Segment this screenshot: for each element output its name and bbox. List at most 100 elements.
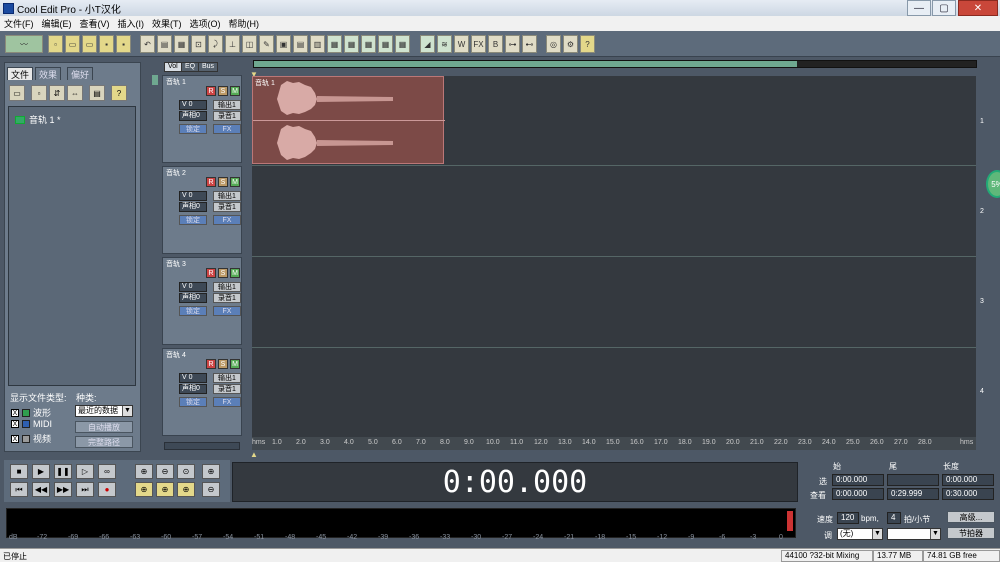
volume-field[interactable]: V 0 — [179, 191, 207, 201]
pan-field[interactable]: 声相0 — [179, 202, 207, 212]
close-file-icon[interactable]: ▫ — [31, 85, 47, 101]
zoom-left-icon[interactable]: ⊕ — [135, 482, 153, 497]
open-file-icon[interactable]: ▭ — [65, 35, 80, 53]
open-folder-icon[interactable]: ▭ — [9, 85, 25, 101]
autoplay-button[interactable]: 自动播放 — [75, 421, 133, 433]
close-button[interactable]: ✕ — [958, 0, 998, 16]
time-signature-select[interactable]: ▼ — [887, 528, 941, 540]
record-icon[interactable]: ● — [98, 482, 116, 497]
copy-icon[interactable]: ▤ — [157, 35, 172, 53]
menu-effects[interactable]: 效果(T) — [148, 17, 186, 30]
audio-clip[interactable]: 音轨 1 — [252, 76, 445, 164]
pan-field[interactable]: 声相0 — [179, 293, 207, 303]
record-arm-button[interactable]: R — [206, 86, 216, 96]
scroll-thumb[interactable] — [152, 75, 158, 85]
fx-button[interactable]: FX — [213, 397, 241, 407]
minimize-button[interactable]: — — [907, 0, 931, 16]
sort-icon[interactable]: ▤ — [89, 85, 105, 101]
record-arm-button[interactable]: R — [206, 359, 216, 369]
split-icon[interactable]: ▤ — [293, 35, 308, 53]
snap-loop-icon[interactable]: ▦ — [361, 35, 376, 53]
mute-button[interactable]: M — [230, 268, 240, 278]
lock-button[interactable]: 锁定 — [179, 397, 207, 407]
record-arm-button[interactable]: R — [206, 268, 216, 278]
forward-icon[interactable]: ▶▶ — [54, 482, 72, 497]
lock-button[interactable]: 锁定 — [179, 306, 207, 316]
group-icon[interactable]: ▣ — [276, 35, 291, 53]
selection-end[interactable] — [887, 474, 939, 486]
snap-ticks-icon[interactable]: ▦ — [378, 35, 393, 53]
full-path-button[interactable]: 完整路径 — [75, 436, 133, 448]
menu-edit[interactable]: 编辑(E) — [38, 17, 76, 30]
bpm-icon[interactable]: B — [488, 35, 503, 53]
save-as-icon[interactable]: ▪ — [116, 35, 131, 53]
tab-files[interactable]: 文件 — [7, 67, 34, 80]
snap-frames-icon[interactable]: ▦ — [395, 35, 410, 53]
record-input-button[interactable]: 录音1 — [213, 202, 241, 212]
track-header-3[interactable]: 音轨 3 R S M V 0 输出1 声相0 录音1 锁定 FX — [162, 257, 242, 345]
type-midi[interactable]: X MIDI — [11, 419, 52, 429]
tab-favorites[interactable]: 偏好 — [67, 67, 94, 80]
envelope-icon[interactable]: ◫ — [242, 35, 257, 53]
multitrack-area[interactable]: 音轨 1 — [252, 76, 976, 438]
play-icon[interactable]: ▶ — [32, 464, 50, 479]
cd-icon[interactable]: ◎ — [546, 35, 561, 53]
checkbox-wave[interactable]: X — [11, 408, 19, 417]
snap-clips-icon[interactable]: ▦ — [344, 35, 359, 53]
view-end[interactable]: 0:29.999 — [887, 488, 939, 500]
go-end-icon[interactable]: ⏭ — [76, 482, 94, 497]
insert-icon[interactable]: ⇵ — [49, 85, 65, 101]
output-button[interactable]: 输出1 — [213, 191, 241, 201]
output-button[interactable]: 输出1 — [213, 373, 241, 383]
advanced-button[interactable]: 高级... — [947, 511, 995, 523]
bpm-field[interactable]: 120 — [837, 512, 859, 524]
new-file-icon[interactable]: ▫ — [48, 35, 63, 53]
snap-icon[interactable]: ▦ — [327, 35, 342, 53]
cut-icon[interactable]: ⊥ — [225, 35, 240, 53]
header-scrollbar[interactable] — [164, 442, 240, 450]
clip-indicator[interactable] — [787, 511, 793, 531]
open-append-icon[interactable]: ▭ — [82, 35, 97, 53]
pause-icon[interactable]: ❚❚ — [54, 464, 72, 479]
noise-icon[interactable]: ⊷ — [522, 35, 537, 53]
maximize-button[interactable]: ▢ — [932, 0, 956, 16]
help-icon[interactable]: ? — [580, 35, 595, 53]
save-icon[interactable]: ▪ — [99, 35, 114, 53]
view-start[interactable]: 0:00.000 — [832, 488, 884, 500]
mix-paste-icon[interactable]: ▦ — [174, 35, 189, 53]
fx-button[interactable]: FX — [213, 215, 241, 225]
mute-button[interactable]: M — [230, 86, 240, 96]
zoom-full-icon[interactable]: ⊙ — [177, 464, 195, 479]
zoom-out-h-icon[interactable]: ⊖ — [156, 464, 174, 479]
list-item[interactable]: 音轨 1 * — [15, 113, 61, 126]
delay-icon[interactable]: ≋ — [437, 35, 452, 53]
solo-button[interactable]: S — [218, 359, 228, 369]
pan-field[interactable]: 声相0 — [179, 111, 207, 121]
zoom-right-icon[interactable]: ⊕ — [156, 482, 174, 497]
lock-button[interactable]: 锁定 — [179, 124, 207, 134]
go-start-icon[interactable]: ⏮ — [10, 482, 28, 497]
settings-icon[interactable]: ⚙ — [563, 35, 578, 53]
zoom-selection-icon[interactable]: ⊕ — [177, 482, 195, 497]
amplify-icon[interactable]: ◢ — [420, 35, 435, 53]
solo-button[interactable]: S — [218, 86, 228, 96]
volume-field[interactable]: V 0 — [179, 373, 207, 383]
fx-button[interactable]: FX — [213, 306, 241, 316]
menu-options[interactable]: 选项(O) — [186, 17, 225, 30]
volume-field[interactable]: V 0 — [179, 282, 207, 292]
tab-effects[interactable]: 效果 — [35, 67, 62, 80]
menu-view[interactable]: 查看(V) — [76, 17, 114, 30]
edit-file-icon[interactable]: ⇔ — [67, 85, 83, 101]
checkbox-midi[interactable]: X — [11, 420, 19, 428]
beats-field[interactable]: 4 — [887, 512, 901, 524]
zoom-out-v-icon[interactable]: ⊖ — [202, 482, 220, 497]
key-select[interactable]: (无) ▼ — [837, 528, 883, 540]
output-button[interactable]: 输出1 — [213, 100, 241, 110]
record-arm-button[interactable]: R — [206, 177, 216, 187]
record-input-button[interactable]: 录音1 — [213, 384, 241, 394]
end-marker-icon[interactable]: ▲ — [250, 450, 258, 459]
solo-button[interactable]: S — [218, 268, 228, 278]
track-header-2[interactable]: 音轨 2 R S M V 0 输出1 声相0 录音1 锁定 FX — [162, 166, 242, 254]
time-select-icon[interactable]: ⤸ — [208, 35, 223, 53]
kind-select[interactable]: 最近的数据 ▼ — [75, 405, 133, 417]
